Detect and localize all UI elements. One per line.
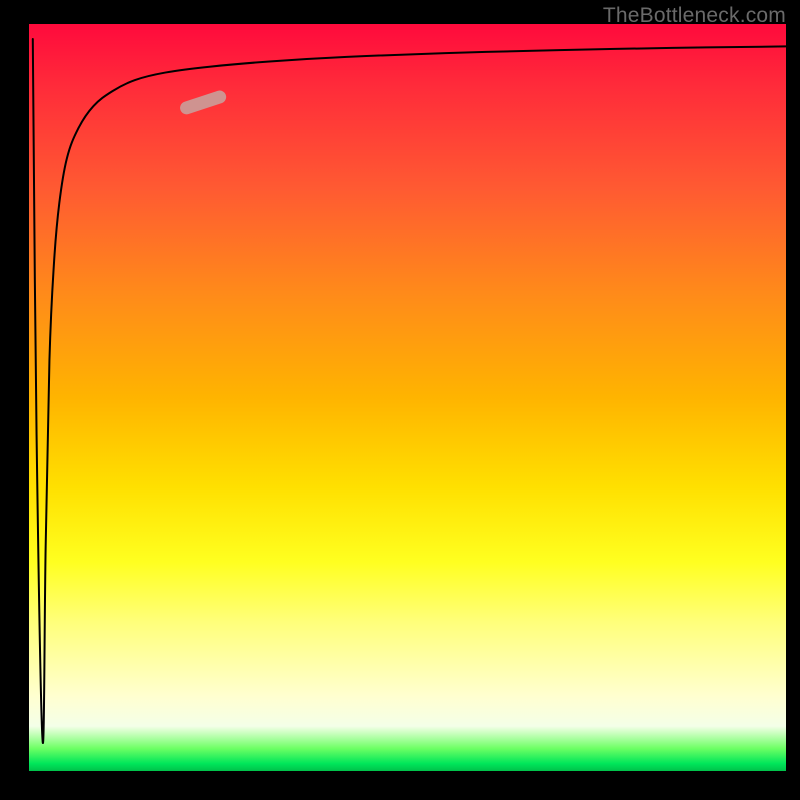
plot-area <box>29 24 786 771</box>
highlight-segment-marker <box>178 89 227 116</box>
chart-frame: TheBottleneck.com <box>0 0 800 800</box>
curve-layer <box>29 24 786 771</box>
bottleneck-curve-path <box>33 39 786 743</box>
